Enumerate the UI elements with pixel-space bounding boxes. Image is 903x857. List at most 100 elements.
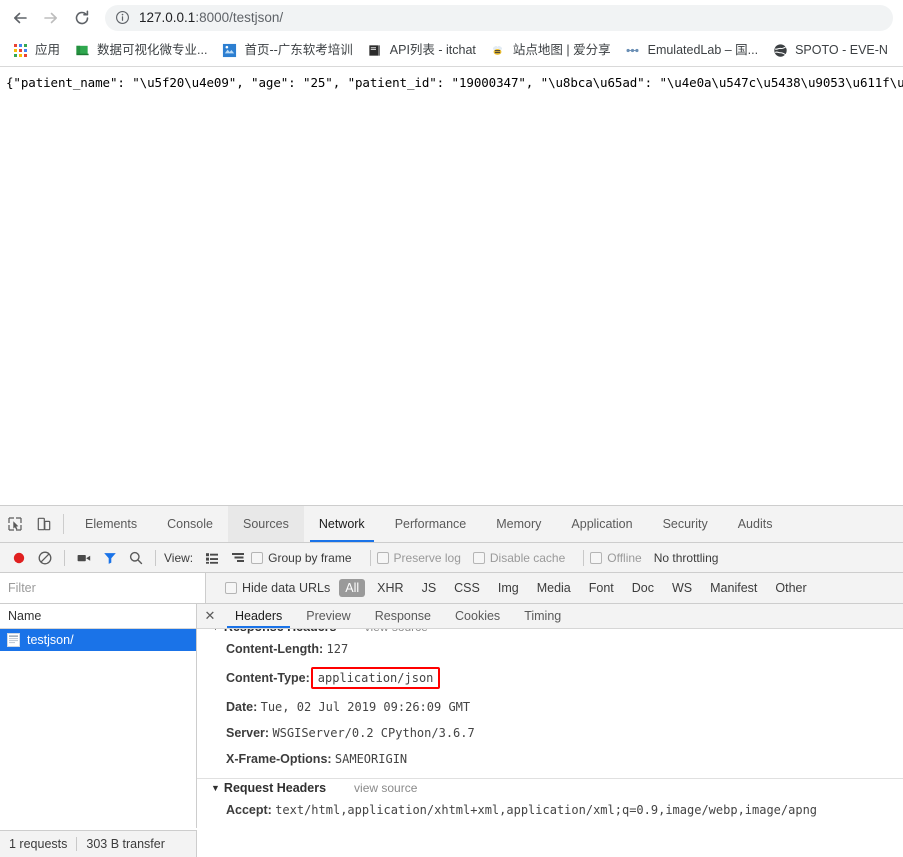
browser-navigation-bar: 127.0.0.1:8000/testjson/ (0, 0, 903, 35)
filter-type-other[interactable]: Other (769, 579, 812, 597)
view-waterfall-icon[interactable] (225, 550, 251, 566)
json-response-text: {"patient_name": "\u5f20\u4e09", "age": … (6, 75, 897, 90)
capture-screenshots-icon[interactable] (71, 550, 97, 566)
tab-memory[interactable]: Memory (481, 506, 556, 542)
bookmark-data-viz[interactable]: 数据可视化微专业... (68, 39, 213, 63)
table-row[interactable]: testjson/ (0, 629, 196, 651)
detail-tab-preview[interactable]: Preview (294, 604, 362, 628)
header-name: Server: (226, 726, 269, 740)
address-bar-host: 127.0.0.1 (139, 10, 195, 25)
detail-tab-timing[interactable]: Timing (512, 604, 573, 628)
group-by-frame-label: Group by frame (268, 551, 351, 565)
filter-type-xhr[interactable]: XHR (371, 579, 409, 597)
tab-console[interactable]: Console (152, 506, 228, 542)
detail-tab-label: Timing (524, 609, 561, 623)
filter-type-all[interactable]: All (339, 579, 365, 597)
tab-label: Console (167, 517, 213, 531)
detail-tab-headers[interactable]: Headers (223, 604, 294, 628)
header-name: Content-Type: (226, 671, 310, 685)
back-button[interactable] (6, 4, 34, 32)
header-name: Content-Length: (226, 642, 323, 656)
tab-sources[interactable]: Sources (228, 506, 304, 542)
tab-label: Application (571, 517, 632, 531)
filter-type-font[interactable]: Font (583, 579, 620, 597)
document-icon (7, 633, 20, 647)
info-circle-icon[interactable] (115, 10, 130, 25)
address-bar[interactable]: 127.0.0.1:8000/testjson/ (105, 5, 893, 31)
request-list-column-header[interactable]: Name (0, 604, 196, 629)
toolbar-divider (370, 550, 371, 566)
forward-button[interactable] (37, 4, 65, 32)
checkbox-box (473, 552, 485, 564)
request-headers-section-header[interactable]: ▼ Request Headers view source (197, 779, 903, 797)
checkbox-box (251, 552, 263, 564)
view-source-link[interactable]: view source (364, 629, 427, 634)
filter-type-css[interactable]: CSS (448, 579, 486, 597)
preserve-log-checkbox[interactable]: Preserve log (377, 551, 461, 565)
black-book-icon (367, 43, 383, 59)
inspect-element-icon[interactable] (0, 506, 29, 542)
network-body: Name testjson/ ✕ Headers Preview Respons… (0, 604, 903, 828)
tab-audits[interactable]: Audits (723, 506, 788, 542)
search-icon[interactable] (123, 550, 149, 566)
hide-data-urls-checkbox[interactable]: Hide data URLs (225, 581, 330, 595)
checkbox-box (377, 552, 389, 564)
close-icon[interactable]: ✕ (197, 604, 223, 628)
bookmark-label: 站点地图 | 爱分享 (513, 44, 611, 57)
filter-type-manifest[interactable]: Manifest (704, 579, 763, 597)
reload-button[interactable] (68, 4, 96, 32)
tab-performance[interactable]: Performance (380, 506, 482, 542)
filter-type-ws[interactable]: WS (666, 579, 698, 597)
tab-label: Network (319, 517, 365, 531)
bookmark-spoto[interactable]: SPOTO - EVE-N (766, 39, 894, 63)
tab-application[interactable]: Application (556, 506, 647, 542)
detail-tab-label: Cookies (455, 609, 500, 623)
bookmark-label: 首页--广东软考培训 (244, 44, 352, 57)
filter-type-doc[interactable]: Doc (626, 579, 660, 597)
throttling-select[interactable]: No throttling (654, 551, 719, 565)
headers-content[interactable]: ▼ Response Headers view source Content-L… (197, 629, 903, 828)
bookmark-itchat-api[interactable]: API列表 - itchat (361, 39, 482, 63)
filter-type-js[interactable]: JS (416, 579, 443, 597)
response-headers-section-header[interactable]: ▼ Response Headers view source (197, 629, 903, 636)
bookmark-emulatedlab[interactable]: EmulatedLab – 国... (619, 39, 764, 63)
header-value: WSGIServer/0.2 CPython/3.6.7 (272, 726, 474, 740)
bookmark-apps[interactable]: 应用 (6, 39, 66, 63)
hide-data-urls-label: Hide data URLs (242, 581, 330, 595)
tab-elements[interactable]: Elements (70, 506, 152, 542)
network-toolbar: View: Group by frame Preserve log Disabl… (0, 543, 903, 573)
header-name: Accept: (226, 803, 272, 817)
bookmark-label: 应用 (35, 44, 60, 57)
chevron-down-icon: ▼ (211, 783, 220, 793)
tab-label: Memory (496, 517, 541, 531)
header-row-server: Server: WSGIServer/0.2 CPython/3.6.7 (197, 720, 903, 746)
tab-network[interactable]: Network (304, 506, 380, 542)
tab-label: Security (663, 517, 708, 531)
filter-funnel-icon[interactable] (97, 550, 123, 566)
toolbar-divider (583, 550, 584, 566)
view-list-icon[interactable] (199, 550, 225, 566)
toolbar-divider (155, 550, 156, 566)
bookmark-label: EmulatedLab – 国... (648, 44, 758, 57)
tab-label: Sources (243, 517, 289, 531)
bookmark-gd-ruankao[interactable]: 首页--广东软考培训 (215, 39, 358, 63)
detail-tab-cookies[interactable]: Cookies (443, 604, 512, 628)
clear-icon[interactable] (32, 550, 58, 566)
tab-security[interactable]: Security (648, 506, 723, 542)
filter-type-media[interactable]: Media (531, 579, 577, 597)
detail-tab-label: Headers (235, 609, 282, 623)
group-by-frame-checkbox[interactable]: Group by frame (251, 551, 351, 565)
disable-cache-checkbox[interactable]: Disable cache (473, 551, 565, 565)
filter-type-img[interactable]: Img (492, 579, 525, 597)
detail-tab-response[interactable]: Response (363, 604, 443, 628)
view-source-link[interactable]: view source (354, 781, 417, 795)
offline-checkbox[interactable]: Offline (590, 551, 641, 565)
request-detail-pane: ✕ Headers Preview Response Cookies Timin… (197, 604, 903, 828)
filter-input[interactable] (0, 573, 206, 603)
record-stop-icon[interactable] (6, 550, 32, 566)
bookmark-sitemap[interactable]: 站点地图 | 爱分享 (484, 39, 617, 63)
offline-label: Offline (607, 551, 641, 565)
header-value: 127 (327, 642, 349, 656)
section-title: Request Headers (224, 781, 326, 795)
device-toolbar-icon[interactable] (29, 506, 58, 542)
